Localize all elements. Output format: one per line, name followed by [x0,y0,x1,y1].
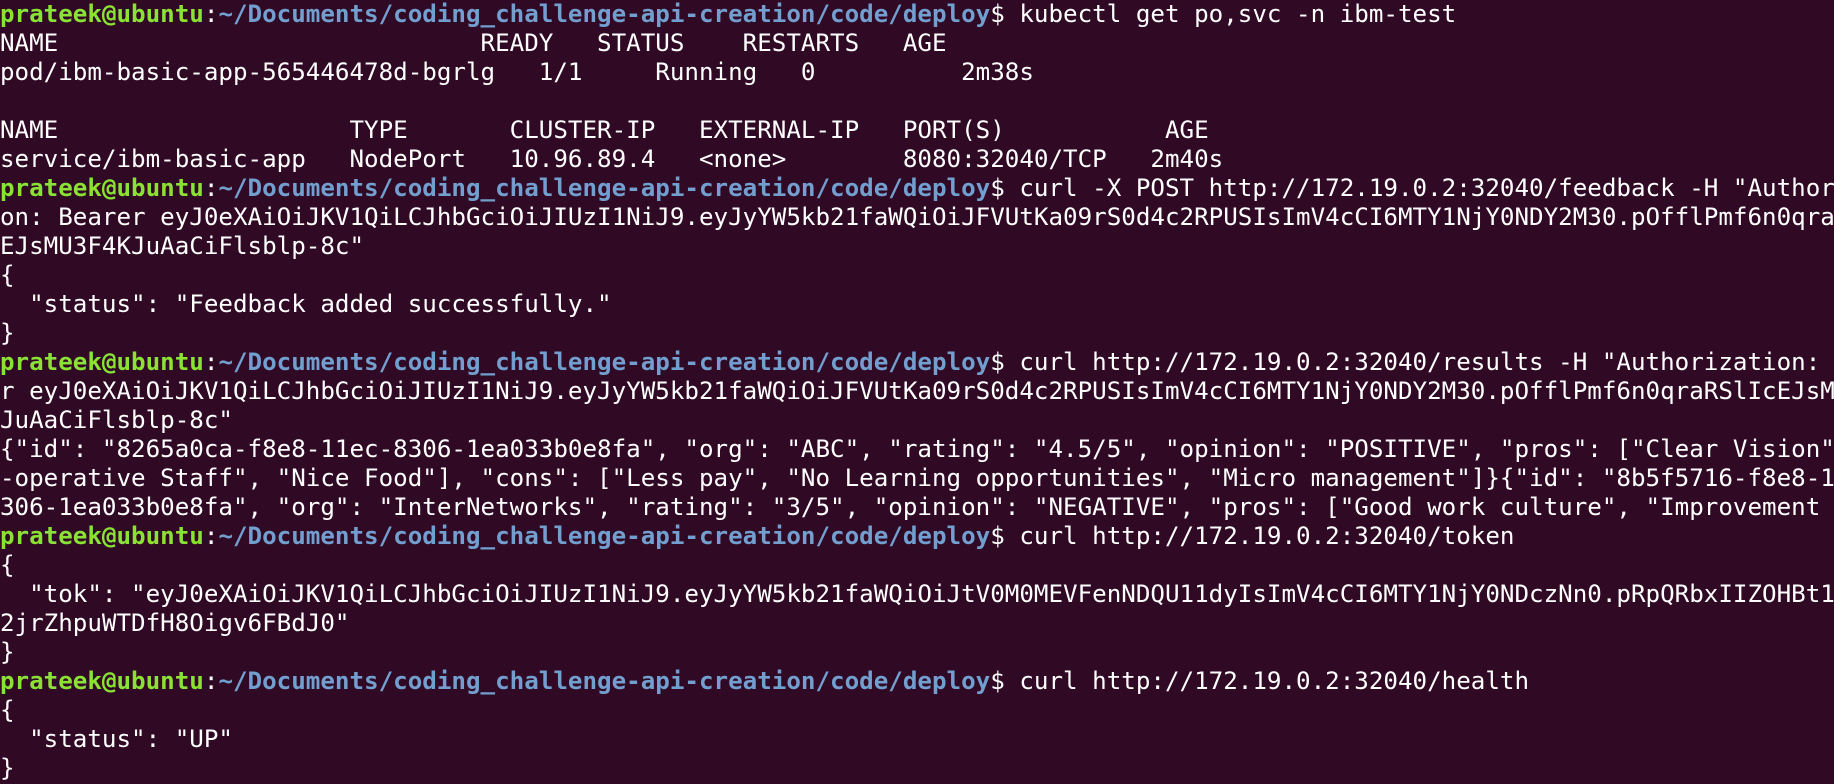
command-text: curl -X POST http://172.19.0.2:32040/fee… [1004,174,1834,202]
output-line: { [0,696,15,724]
output-line: "status": "UP" [0,725,233,753]
command-text: curl http://172.19.0.2:32040/token [1004,522,1515,550]
output-line: { [0,261,15,289]
output-line: pod/ibm-basic-app-565446478d-bgrlg 1/1 R… [0,58,1034,86]
output-line: 306-1ea033b0e8fa", "org": "InterNetworks… [0,493,1834,521]
output-line: {"id": "8265a0ca-f8e8-11ec-8306-1ea033b0… [0,435,1834,463]
output-line: r eyJ0eXAiOiJKV1QiLCJhbGciOiJIUzI1NiJ9.e… [0,377,1834,405]
prompt-line: prateek@ubuntu:~/Documents/coding_challe… [0,522,1834,551]
output-line: service/ibm-basic-app NodePort 10.96.89.… [0,145,1224,173]
terminal-window[interactable]: prateek@ubuntu:~/Documents/coding_challe… [0,0,1834,784]
prompt-symbol: $ [990,174,1005,202]
output-line: "status": "Feedback added successfully." [0,290,612,318]
prompt-path: ~/Documents/coding_challenge-api-creatio… [218,522,991,550]
output-line: } [0,638,15,666]
output-line: 2jrZhpuWTDfH8Oigv6FBdJ0" [0,609,350,637]
output-line: on: Bearer eyJ0eXAiOiJKV1QiLCJhbGciOiJIU… [0,203,1834,231]
prompt-separator: : [203,0,219,28]
prompt-separator: : [203,522,219,550]
command-text: curl http://172.19.0.2:32040/results -H … [1004,348,1834,376]
output-line: EJsMU3F4KJuAaCiFlsblp-8c" [0,232,365,260]
command-text: kubectl get po,svc -n ibm-test [1004,0,1457,28]
prompt-path: ~/Documents/coding_challenge-api-creatio… [218,174,991,202]
prompt-line: prateek@ubuntu:~/Documents/coding_challe… [0,174,1834,203]
output-line: NAME READY STATUS RESTARTS AGE [0,29,947,57]
prompt-symbol: $ [990,348,1005,376]
output-line: JuAaCiFlsblp-8c" [0,406,233,434]
prompt-symbol: $ [990,0,1005,28]
prompt-user: prateek@ubuntu [0,348,204,376]
output-line: } [0,319,15,347]
prompt-separator: : [203,174,219,202]
output-line: -operative Staff", "Nice Food"], "cons":… [0,464,1834,492]
prompt-path: ~/Documents/coding_challenge-api-creatio… [218,667,991,695]
output-line: "tok": "eyJ0eXAiOiJKV1QiLCJhbGciOiJIUzI1… [0,580,1834,608]
prompt-line: prateek@ubuntu:~/Documents/coding_challe… [0,0,1834,29]
output-line: { [0,551,15,579]
prompt-line: prateek@ubuntu:~/Documents/coding_challe… [0,667,1834,696]
output-line: } [0,754,15,782]
prompt-symbol: $ [990,667,1005,695]
prompt-separator: : [203,667,219,695]
prompt-path: ~/Documents/coding_challenge-api-creatio… [218,0,991,28]
prompt-user: prateek@ubuntu [0,667,204,695]
prompt-user: prateek@ubuntu [0,0,204,28]
prompt-user: prateek@ubuntu [0,174,204,202]
prompt-separator: : [203,348,219,376]
command-text: curl http://172.19.0.2:32040/health [1004,667,1530,695]
prompt-symbol: $ [990,522,1005,550]
prompt-line: prateek@ubuntu:~/Documents/coding_challe… [0,348,1834,377]
prompt-path: ~/Documents/coding_challenge-api-creatio… [218,348,991,376]
output-line: NAME TYPE CLUSTER-IP EXTERNAL-IP PORT(S)… [0,116,1209,144]
prompt-user: prateek@ubuntu [0,522,204,550]
